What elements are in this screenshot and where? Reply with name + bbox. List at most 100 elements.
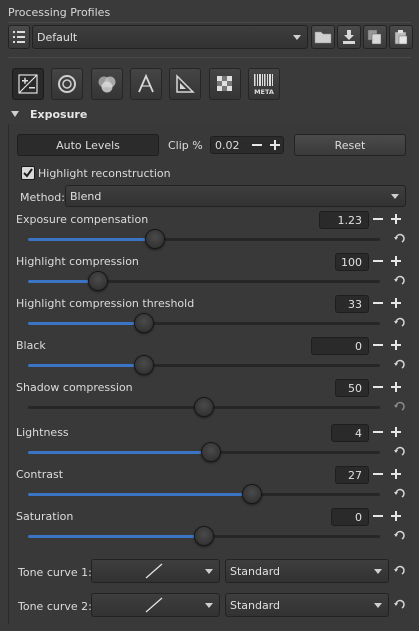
highlight-compression-threshold-slider-handle[interactable]: [134, 313, 155, 333]
metadata-tab[interactable]: META: [248, 68, 280, 100]
saturation-slider-fill: [28, 535, 204, 538]
shadow-compression-spinbox[interactable]: 50: [335, 379, 369, 397]
contrast-slider[interactable]: [28, 493, 380, 496]
save-profile-button[interactable]: [337, 25, 361, 49]
highlight-compression-threshold-value: 33: [348, 297, 362, 311]
saturation-slider-handle[interactable]: [194, 526, 214, 546]
reset-icon[interactable]: [393, 359, 405, 371]
reset-icon[interactable]: [393, 565, 405, 577]
plus-icon[interactable]: [268, 138, 282, 152]
exposure-compensation-label: Exposure compensation: [16, 213, 149, 226]
reset-icon[interactable]: [393, 401, 405, 413]
plus-icon[interactable]: [389, 467, 403, 481]
black-slider-handle[interactable]: [134, 355, 155, 375]
minus-icon[interactable]: [371, 296, 385, 310]
highlight-compression-slider[interactable]: [28, 280, 380, 283]
copy-profile-button[interactable]: [363, 25, 387, 49]
minus-icon[interactable]: [371, 212, 385, 226]
plus-icon[interactable]: [389, 296, 403, 310]
transform-icon: [176, 74, 195, 93]
reset-icon[interactable]: [393, 599, 405, 611]
detail-tab[interactable]: [51, 68, 83, 100]
plus-icon[interactable]: [389, 380, 403, 394]
transform-tab[interactable]: [169, 68, 201, 100]
paste-profile-button[interactable]: [389, 25, 413, 49]
minus-icon[interactable]: [371, 425, 385, 439]
saturation-spinbox[interactable]: 0: [331, 508, 369, 526]
clip-spinbox[interactable]: 0.02: [210, 136, 284, 154]
collapse-icon[interactable]: [11, 111, 19, 117]
contrast-slider-handle[interactable]: [241, 484, 262, 504]
clip-label: Clip %: [168, 139, 203, 152]
list-icon: [13, 31, 25, 43]
black-slider[interactable]: [28, 364, 380, 367]
minus-icon[interactable]: [250, 138, 264, 152]
exposure-compensation-slider-handle[interactable]: [144, 229, 165, 249]
minus-icon[interactable]: [371, 467, 385, 481]
highlight-reconstruction-checkbox[interactable]: [21, 166, 35, 180]
shadow-compression-slider-handle[interactable]: [194, 397, 214, 417]
minus-icon[interactable]: [371, 509, 385, 523]
plus-icon[interactable]: [389, 254, 403, 268]
minus-icon[interactable]: [371, 380, 385, 394]
method-value: Blend: [70, 189, 102, 203]
method-select[interactable]: Blend: [65, 185, 406, 207]
advanced-tab[interactable]: [130, 68, 162, 100]
black-spinbox[interactable]: 0: [311, 337, 369, 355]
color-tab[interactable]: [91, 68, 123, 100]
raw-icon: [217, 76, 232, 91]
profile-list-button[interactable]: [8, 25, 30, 49]
exposure-compensation-value: 1.23: [337, 213, 363, 227]
paste-icon: [394, 30, 408, 45]
minus-icon[interactable]: [371, 338, 385, 352]
highlight-compression-value: 100: [341, 255, 362, 269]
reset-icon[interactable]: [393, 317, 405, 329]
tone-curve-2-type-select[interactable]: [91, 593, 220, 617]
saturation-label: Saturation: [16, 510, 74, 523]
divider: [8, 22, 411, 23]
reset-icon[interactable]: [393, 530, 405, 542]
lightness-spinbox[interactable]: 4: [331, 424, 369, 442]
black-value: 0: [355, 339, 362, 353]
lightness-slider-handle[interactable]: [201, 442, 222, 462]
tone-curve-1-type-select[interactable]: [91, 559, 220, 583]
highlight-reconstruction-label[interactable]: Highlight reconstruction: [38, 167, 171, 180]
contrast-spinbox[interactable]: 27: [335, 466, 369, 484]
color-icon: [98, 76, 116, 93]
open-profile-button[interactable]: [311, 25, 335, 49]
chevron-down-icon: [374, 569, 382, 574]
raw-tab[interactable]: [209, 68, 241, 100]
plus-icon[interactable]: [389, 509, 403, 523]
plus-icon[interactable]: [389, 425, 403, 439]
profile-select[interactable]: Default: [32, 25, 308, 49]
reset-icon[interactable]: [393, 233, 405, 245]
highlight-compression-threshold-label: Highlight compression threshold: [16, 297, 195, 310]
highlight-compression-spinbox[interactable]: 100: [335, 253, 369, 271]
highlight-compression-threshold-spinbox[interactable]: 33: [335, 295, 369, 313]
lightness-label: Lightness: [16, 426, 69, 439]
reset-icon[interactable]: [393, 488, 405, 500]
minus-icon[interactable]: [371, 254, 385, 268]
exposure-tab[interactable]: [12, 68, 44, 100]
auto-levels-button[interactable]: Auto Levels: [17, 134, 159, 156]
tone-curve-2-label: Tone curve 2:: [18, 600, 92, 613]
exposure-compensation-spinbox[interactable]: 1.23: [319, 211, 369, 229]
checkmark-icon: [23, 168, 33, 178]
highlight-compression-threshold-slider[interactable]: [28, 322, 380, 325]
highlight-compression-slider-handle[interactable]: [88, 271, 109, 291]
exposure-compensation-slider[interactable]: [28, 238, 380, 241]
chevron-down-icon: [293, 35, 301, 40]
plus-icon[interactable]: [389, 212, 403, 226]
plus-icon[interactable]: [389, 338, 403, 352]
black-label: Black: [16, 339, 46, 352]
tone-curve-1-mode-select[interactable]: Standard: [225, 559, 389, 583]
profile-select-value: Default: [37, 30, 78, 44]
reset-icon[interactable]: [393, 275, 405, 287]
linear-curve-icon: [145, 563, 163, 579]
tone-curve-2-mode-select[interactable]: Standard: [225, 593, 389, 617]
clip-value: 0.02: [215, 139, 240, 152]
saturation-value: 0: [355, 510, 362, 524]
exposure-title[interactable]: Exposure: [30, 108, 87, 121]
reset-button[interactable]: Reset: [294, 134, 406, 156]
reset-icon[interactable]: [393, 446, 405, 458]
